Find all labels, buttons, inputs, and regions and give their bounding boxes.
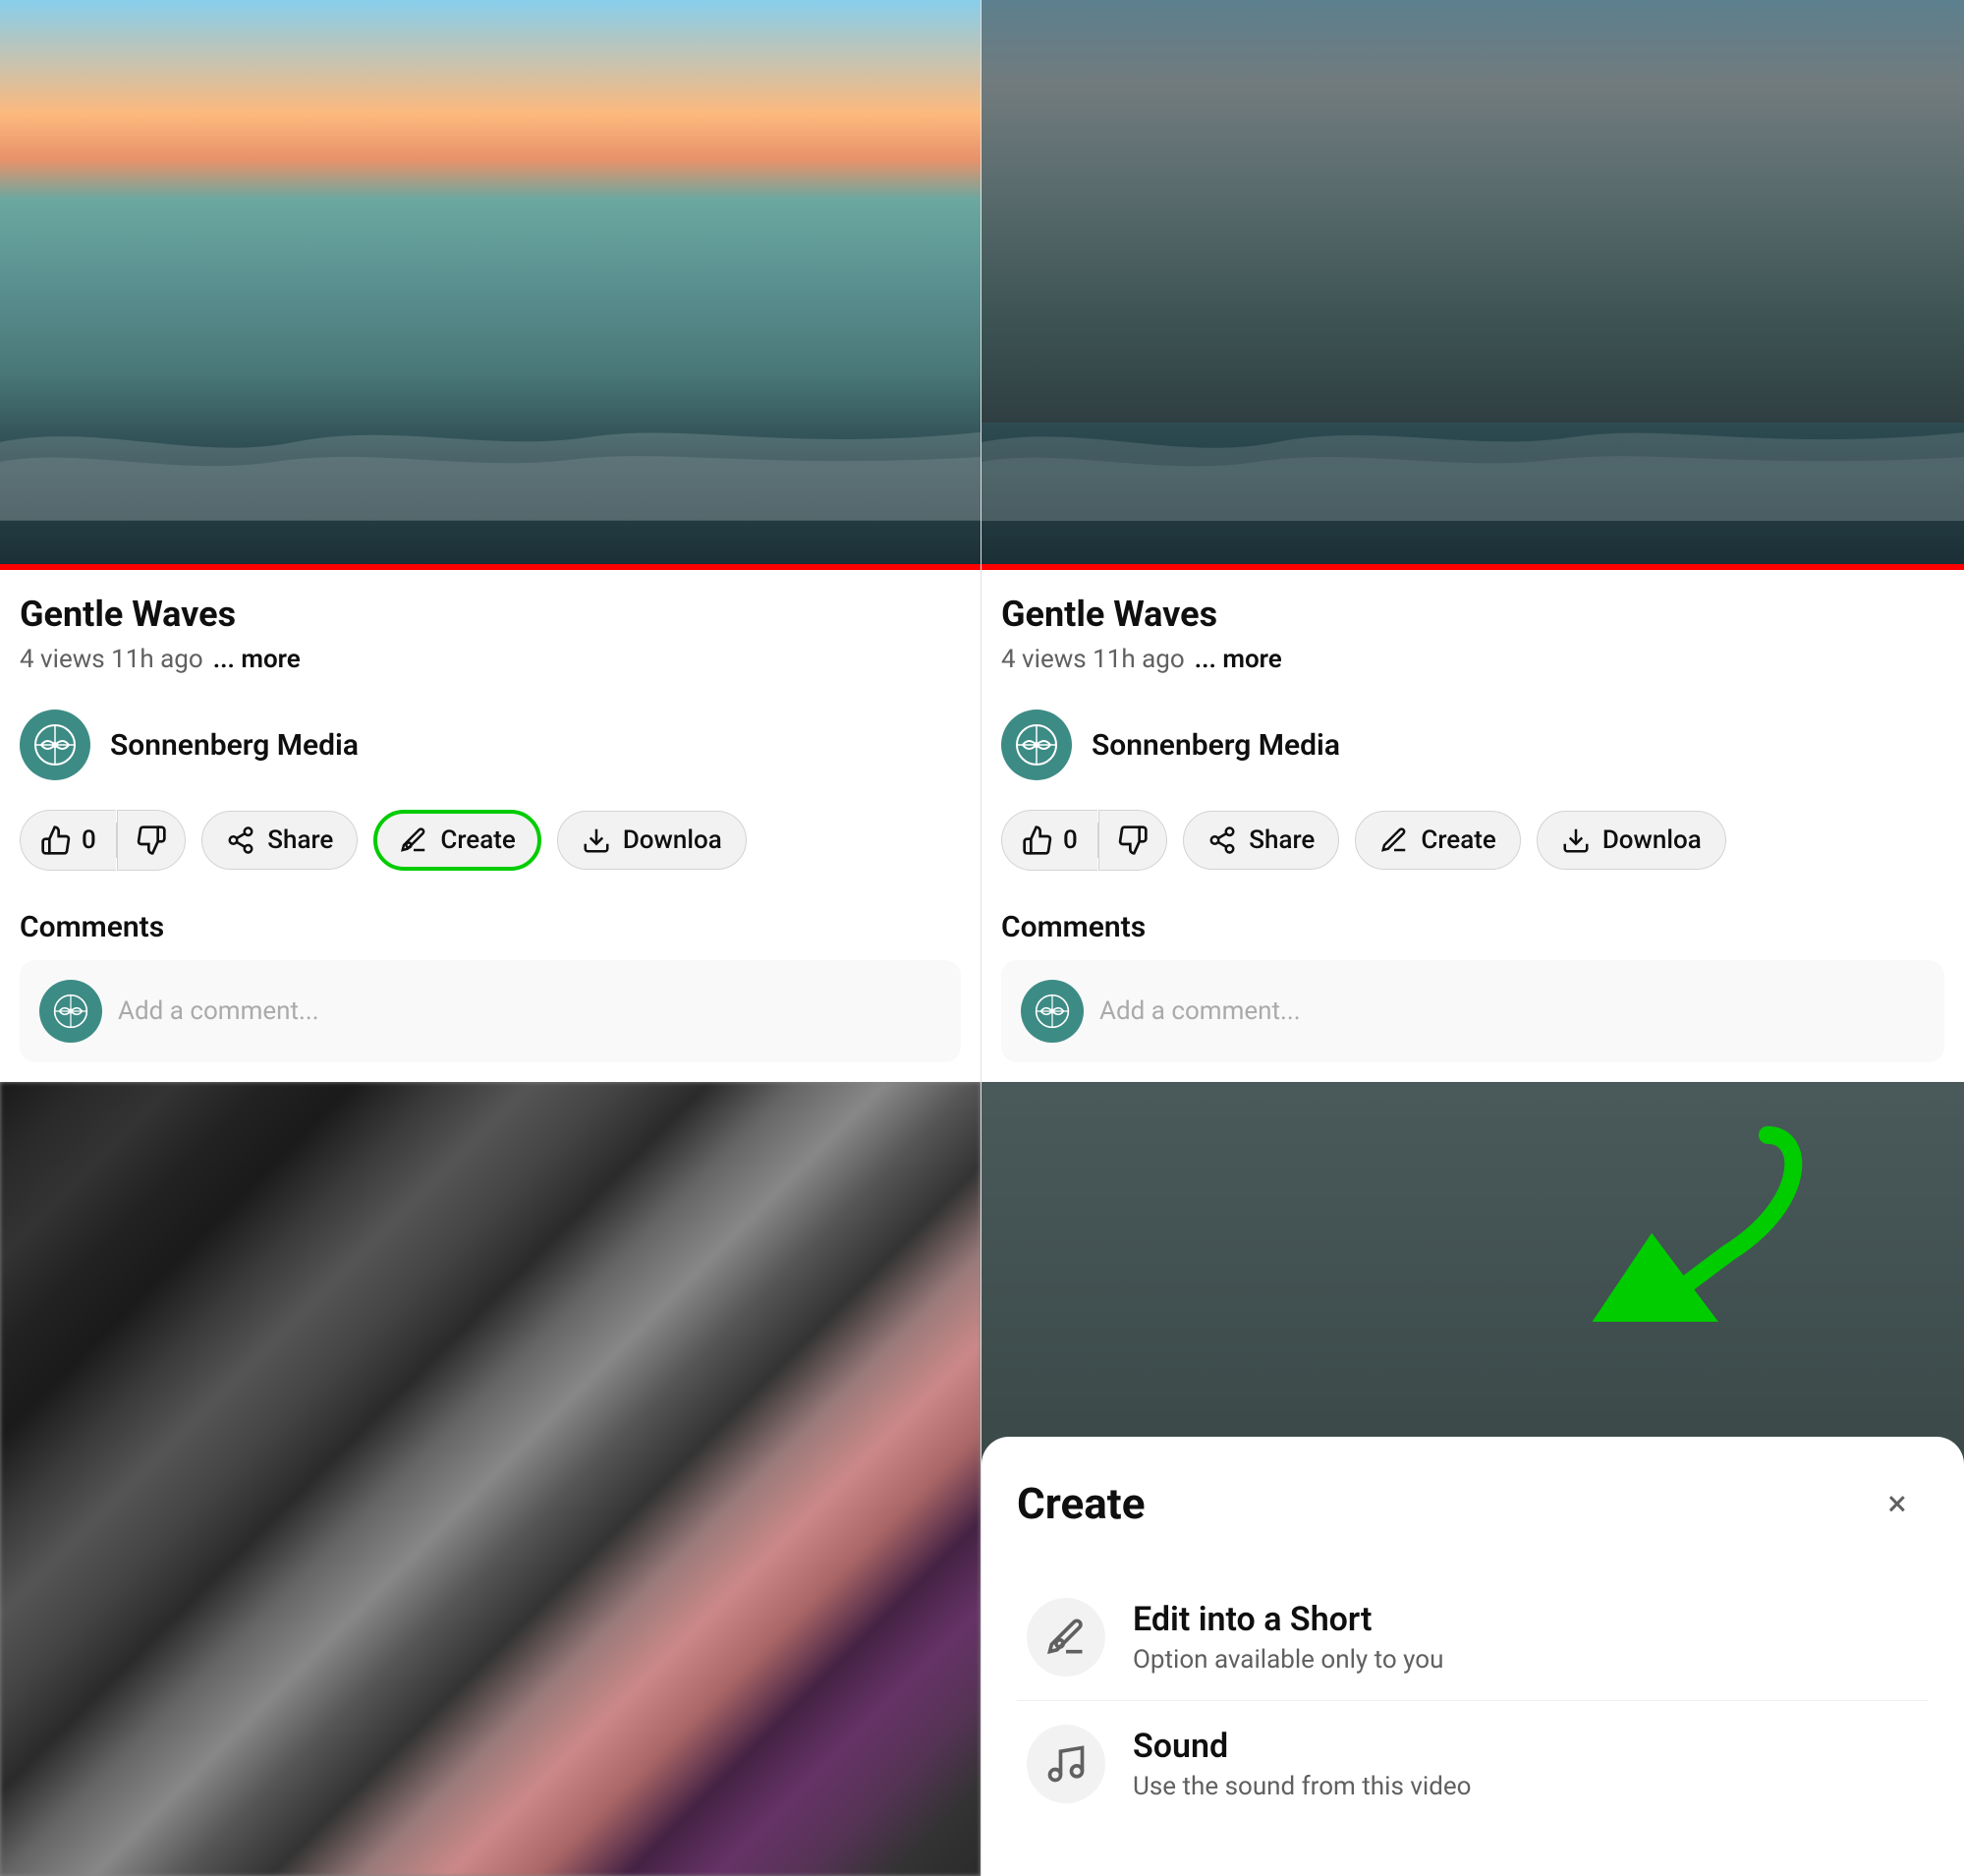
action-row-right: 0 Share bbox=[982, 800, 1964, 890]
share-button-right[interactable]: Share bbox=[1183, 811, 1339, 870]
create-button-right[interactable]: Create bbox=[1355, 811, 1520, 870]
sound-item[interactable]: Sound Use the sound from this video bbox=[1017, 1700, 1929, 1827]
channel-name-right: Sonnenberg Media bbox=[1092, 728, 1340, 763]
comments-section-left: Comments Add a comment... bbox=[0, 890, 981, 1082]
video-meta-right: 4 views 11h ago ... more bbox=[1001, 645, 1944, 674]
video-info-left: Gentle Waves 4 views 11h ago ... more bbox=[0, 570, 981, 690]
right-panel: Gentle Waves 4 views 11h ago ... more So… bbox=[982, 0, 1964, 1876]
channel-avatar-left[interactable] bbox=[20, 710, 90, 780]
channel-row-left: Sonnenberg Media bbox=[0, 690, 981, 800]
comments-title-left: Comments bbox=[20, 910, 961, 944]
sound-title: Sound bbox=[1133, 1727, 1472, 1766]
video-title-left: Gentle Waves bbox=[20, 594, 961, 635]
video-meta-left: 4 views 11h ago ... more bbox=[20, 645, 961, 674]
create-button-left-highlighted[interactable]: Create bbox=[373, 810, 540, 871]
edit-into-short-item[interactable]: Edit into a Short Option available only … bbox=[1017, 1574, 1929, 1700]
green-arrow bbox=[1591, 1125, 1807, 1326]
channel-name-left: Sonnenberg Media bbox=[110, 728, 359, 763]
more-button-right[interactable]: ... more bbox=[1195, 645, 1282, 674]
edit-short-icon bbox=[1027, 1598, 1105, 1677]
comments-section-right: Comments Add a comment... bbox=[982, 890, 1964, 1082]
user-avatar-right bbox=[1021, 980, 1084, 1043]
channel-avatar-right[interactable] bbox=[1001, 710, 1072, 780]
download-button-left[interactable]: Downloa bbox=[557, 811, 747, 870]
dislike-button-right[interactable] bbox=[1098, 810, 1167, 871]
channel-row-right: Sonnenberg Media bbox=[982, 690, 1964, 800]
like-dislike-right[interactable]: 0 bbox=[1001, 810, 1167, 871]
sheet-title: Create bbox=[1017, 1478, 1145, 1529]
comment-input-row-right[interactable]: Add a comment... bbox=[1001, 960, 1944, 1062]
video-title-right: Gentle Waves bbox=[1001, 594, 1944, 635]
progress-bar-right bbox=[982, 564, 1964, 570]
left-panel: Gentle Waves 4 views 11h ago ... more So… bbox=[0, 0, 982, 1876]
video-thumbnail-left bbox=[0, 0, 981, 570]
blurred-content-left bbox=[0, 1082, 981, 1876]
dimmed-overlay bbox=[982, 0, 1964, 423]
download-button-right[interactable]: Downloa bbox=[1537, 811, 1726, 870]
sheet-header: Create × bbox=[1017, 1472, 1929, 1535]
like-button-left[interactable]: 0 bbox=[20, 810, 116, 871]
comment-placeholder-right: Add a comment... bbox=[1099, 996, 1301, 1026]
sound-subtitle: Use the sound from this video bbox=[1133, 1772, 1472, 1801]
comments-title-right: Comments bbox=[1001, 910, 1944, 944]
sound-icon bbox=[1027, 1725, 1105, 1803]
edit-short-title: Edit into a Short bbox=[1133, 1600, 1443, 1639]
progress-bar bbox=[0, 564, 981, 570]
share-button-left[interactable]: Share bbox=[201, 811, 358, 870]
sound-text: Sound Use the sound from this video bbox=[1133, 1727, 1472, 1801]
edit-short-subtitle: Option available only to you bbox=[1133, 1645, 1443, 1675]
like-dislike-left[interactable]: 0 bbox=[20, 810, 186, 871]
comment-input-row-left[interactable]: Add a comment... bbox=[20, 960, 961, 1062]
create-bottom-sheet: Create × Edit into a Short Option availa… bbox=[982, 1437, 1964, 1876]
edit-short-text: Edit into a Short Option available only … bbox=[1133, 1600, 1443, 1675]
video-info-right: Gentle Waves 4 views 11h ago ... more bbox=[982, 570, 1964, 690]
more-button-left[interactable]: ... more bbox=[213, 645, 301, 674]
like-button-right[interactable]: 0 bbox=[1001, 810, 1097, 871]
user-avatar-left bbox=[39, 980, 102, 1043]
comment-placeholder-left: Add a comment... bbox=[118, 996, 319, 1026]
close-sheet-button[interactable]: × bbox=[1866, 1472, 1929, 1535]
dislike-button-left[interactable] bbox=[117, 810, 186, 871]
action-row-left: 0 Share bbox=[0, 800, 981, 890]
